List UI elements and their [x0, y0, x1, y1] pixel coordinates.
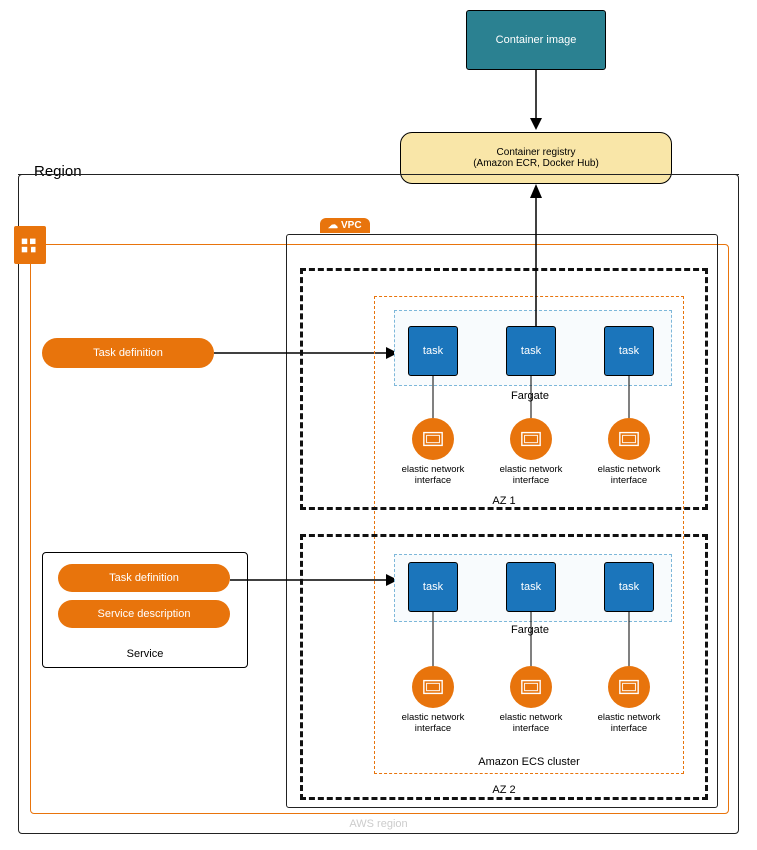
az2-eni-2 [510, 666, 552, 708]
service-description: Service description [58, 600, 230, 628]
az2-eni-1 [412, 666, 454, 708]
az1-eni-1 [412, 418, 454, 460]
az1-eni-2-label: elastic network interface [492, 464, 570, 487]
task-definition-1: Task definition [42, 338, 214, 368]
task-label: task [521, 581, 541, 593]
container-image-box: Container image [466, 10, 606, 70]
az2-eni-1-label: elastic network interface [394, 712, 472, 735]
service-label: Service [42, 648, 248, 660]
service-task-definition-label: Task definition [109, 572, 179, 584]
az2-eni-3-label: elastic network interface [590, 712, 668, 735]
az1-task-1: task [408, 326, 458, 376]
vpc-label: VPC [341, 220, 362, 231]
az1-eni-2 [510, 418, 552, 460]
container-image-label: Container image [496, 34, 577, 46]
az2-eni-3 [608, 666, 650, 708]
az1-eni-3 [608, 418, 650, 460]
az2-conn-2 [530, 612, 532, 666]
task-label: task [619, 581, 639, 593]
az2-task-3: task [604, 562, 654, 612]
aws-region-label: AWS region [18, 818, 739, 830]
task-label: task [619, 345, 639, 357]
container-registry-line1: Container registry [497, 147, 576, 158]
arrow-image-to-registry [528, 70, 544, 132]
az2-task-2: task [506, 562, 556, 612]
az1-conn-1 [432, 376, 434, 418]
service-description-label: Service description [98, 608, 191, 620]
az2-conn-3 [628, 612, 630, 666]
az2-label: AZ 2 [300, 784, 708, 796]
az2-eni-2-label: elastic network interface [492, 712, 570, 735]
az1-eni-1-label: elastic network interface [394, 464, 472, 487]
task-label: task [423, 345, 443, 357]
az2-task-1: task [408, 562, 458, 612]
vpc-badge: ☁ VPC [320, 218, 370, 233]
az1-eni-3-label: elastic network interface [590, 464, 668, 487]
az1-task-2: task [506, 326, 556, 376]
az2-conn-1 [432, 612, 434, 666]
cloud-icon: ☁ [328, 220, 338, 231]
task-definition-1-label: Task definition [93, 347, 163, 359]
service-task-definition: Task definition [58, 564, 230, 592]
cluster-label: Amazon ECS cluster [374, 756, 684, 768]
az1-label: AZ 1 [300, 495, 708, 507]
az1-task-3: task [604, 326, 654, 376]
az1-conn-2 [530, 376, 532, 418]
container-registry-line2: (Amazon ECR, Docker Hub) [473, 158, 599, 169]
task-label: task [521, 345, 541, 357]
az1-conn-3 [628, 376, 630, 418]
task-label: task [423, 581, 443, 593]
arrow-task-to-registry [424, 184, 554, 326]
